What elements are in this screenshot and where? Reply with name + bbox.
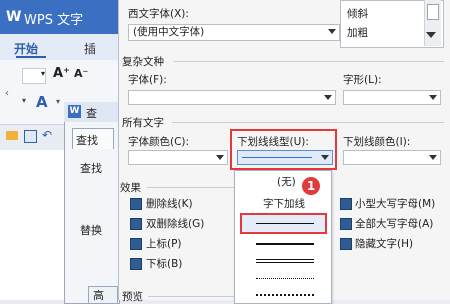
- ribbon-collapse-icon[interactable]: ‹: [5, 88, 9, 99]
- underline-option-dotted[interactable]: [256, 278, 314, 279]
- strikethrough-checkbox[interactable]: [130, 198, 142, 210]
- hidden-text-label[interactable]: 隐藏文字(H): [355, 236, 413, 251]
- underline-option-heavy-dotted[interactable]: [256, 294, 314, 296]
- scrollbar-thumb[interactable]: [427, 4, 439, 20]
- strikethrough-label[interactable]: 删除线(K): [146, 196, 193, 211]
- shrink-font-button[interactable]: A⁻: [74, 67, 88, 80]
- chevron-down-icon: [429, 155, 437, 160]
- underline-option-words-only[interactable]: 字下加线: [263, 196, 305, 211]
- style-option-italic[interactable]: 倾斜: [347, 6, 368, 21]
- superscript-label[interactable]: 上标(P): [146, 236, 182, 251]
- underline-color-select[interactable]: [343, 150, 441, 165]
- small-caps-label[interactable]: 小型大写字母(M): [355, 196, 435, 211]
- style-option-bold[interactable]: 加粗: [347, 25, 368, 40]
- grow-font-button[interactable]: A⁺: [53, 66, 70, 81]
- find-dialog-logo-icon: W: [68, 105, 81, 118]
- western-font-label: 西文字体(X):: [128, 8, 189, 20]
- text-effect-icon[interactable]: A: [36, 93, 48, 111]
- complex-style-select[interactable]: [343, 90, 441, 105]
- chevron-down-icon: [429, 95, 437, 100]
- scroll-down-icon[interactable]: [426, 32, 436, 38]
- wps-logo-icon: W: [6, 9, 22, 25]
- chevron-down-icon: [328, 29, 336, 34]
- superscript-checkbox[interactable]: [130, 238, 142, 250]
- font-color-label: 字体颜色(C):: [128, 136, 190, 148]
- step-callout-badge: 1: [302, 177, 320, 195]
- underline-option-thick[interactable]: [256, 243, 314, 245]
- section-divider: [174, 61, 444, 62]
- save-icon[interactable]: [24, 130, 37, 143]
- find-dialog-title: 查: [86, 107, 97, 120]
- tab-find[interactable]: 查找: [76, 132, 98, 148]
- text-effect-dropdown-icon[interactable]: ▾: [56, 97, 60, 106]
- underline-color-label: 下划线颜色(I):: [343, 136, 411, 148]
- app-title: WPS 文字: [24, 13, 84, 28]
- chevron-down-icon: [216, 155, 224, 160]
- active-tab-indicator: [16, 56, 46, 58]
- complex-font-select[interactable]: [128, 90, 336, 105]
- subscript-checkbox[interactable]: [130, 258, 142, 270]
- double-line-sample: [256, 262, 314, 263]
- subscript-label[interactable]: 下标(B): [146, 256, 182, 271]
- find-label: 查找: [80, 162, 102, 175]
- effects-section-title: 效果: [120, 182, 141, 194]
- replace-label: 替换: [80, 224, 102, 237]
- document-area: [0, 150, 70, 300]
- double-strikethrough-checkbox[interactable]: [130, 218, 142, 230]
- preview-section-title: 预览: [122, 291, 143, 303]
- underline-type-highlight-box: [230, 129, 337, 170]
- western-font-value: (使用中文字体): [133, 26, 205, 38]
- complex-font-label: 字体(F):: [128, 74, 167, 86]
- font-color-select[interactable]: [128, 150, 228, 165]
- hidden-text-checkbox[interactable]: [340, 238, 352, 250]
- western-font-select[interactable]: (使用中文字体): [128, 24, 340, 41]
- section-divider: [148, 296, 238, 297]
- all-caps-label[interactable]: 全部大写字母(A): [355, 216, 433, 231]
- underline-option-double[interactable]: [256, 259, 314, 260]
- underline-option-none[interactable]: (无): [277, 174, 296, 189]
- advanced-search-button[interactable]: 高: [88, 286, 118, 304]
- all-text-section-title: 所有文字: [122, 117, 164, 129]
- small-caps-checkbox[interactable]: [340, 198, 352, 210]
- section-divider: [147, 187, 237, 188]
- single-line-sample: [256, 223, 314, 224]
- undo-icon[interactable]: ↶: [42, 128, 52, 142]
- tab-start[interactable]: 开始: [14, 40, 38, 57]
- section-divider: [172, 122, 444, 123]
- open-folder-icon[interactable]: [6, 131, 18, 140]
- all-caps-checkbox[interactable]: [340, 218, 352, 230]
- complex-script-section-title: 复杂文种: [122, 56, 164, 68]
- chevron-down-icon: [324, 95, 332, 100]
- tab-insert[interactable]: 插: [84, 40, 96, 57]
- complex-style-label: 字形(L):: [343, 74, 382, 86]
- double-strikethrough-label[interactable]: 双删除线(G): [146, 216, 204, 231]
- font-size-dropdown[interactable]: ▾: [22, 68, 46, 84]
